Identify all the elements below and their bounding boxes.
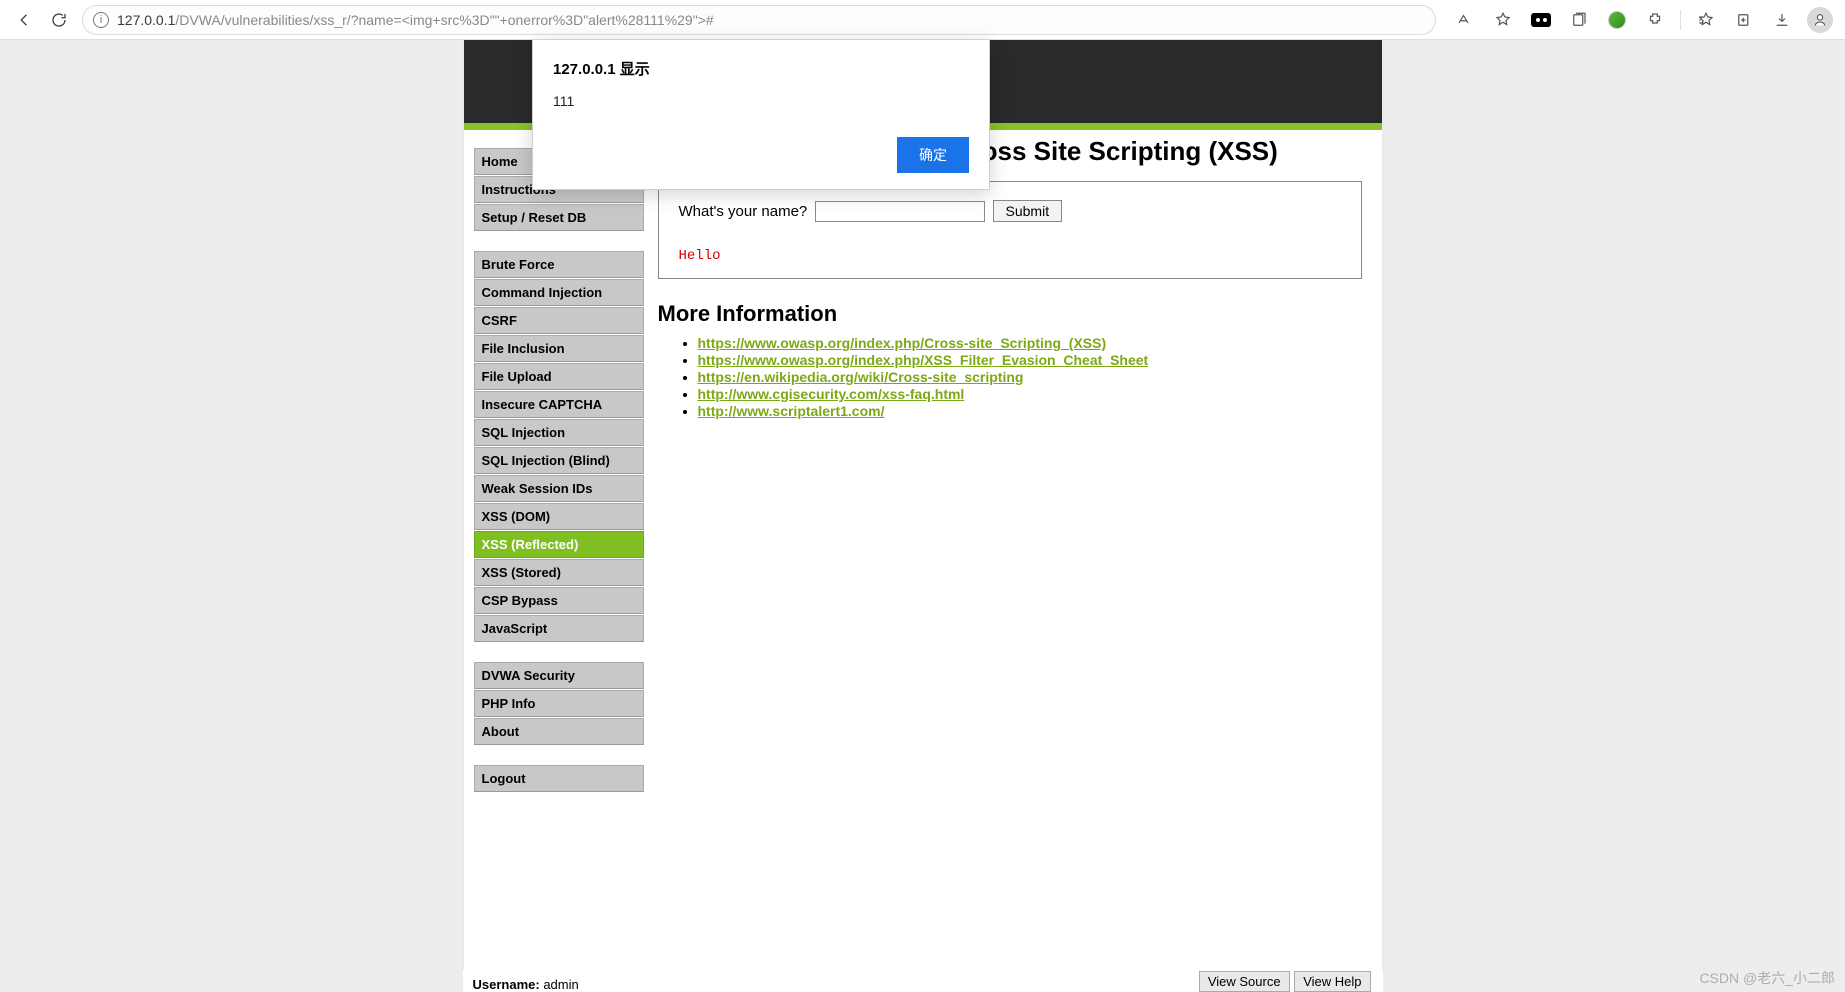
- read-aloud-icon[interactable]: [1448, 3, 1482, 37]
- sidebar-item-file-inclusion[interactable]: File Inclusion: [474, 335, 644, 362]
- idm-extension-icon[interactable]: [1600, 3, 1634, 37]
- sidebar-item-logout[interactable]: Logout: [474, 765, 644, 792]
- sidebar-item-insecure-captcha[interactable]: Insecure CAPTCHA: [474, 391, 644, 418]
- main-content: Vulnerability: Reflected Cross Site Scri…: [654, 130, 1382, 822]
- sidebar-item-sql-injection[interactable]: SQL Injection: [474, 419, 644, 446]
- name-label: What's your name?: [679, 203, 808, 220]
- favorites-bar-icon[interactable]: [1689, 3, 1723, 37]
- extension-eyes-icon[interactable]: [1524, 3, 1558, 37]
- info-links-list: https://www.owasp.org/index.php/Cross-si…: [658, 335, 1362, 419]
- dialog-message: 111: [553, 93, 969, 109]
- sidebar-item-about[interactable]: About: [474, 718, 644, 745]
- sidebar: HomeInstructionsSetup / Reset DB Brute F…: [464, 130, 654, 822]
- dialog-ok-button[interactable]: 确定: [897, 137, 969, 173]
- hello-output: Hello: [679, 248, 1341, 264]
- name-input[interactable]: [815, 201, 985, 222]
- sidebar-item-dvwa-security[interactable]: DVWA Security: [474, 662, 644, 689]
- info-link[interactable]: http://www.cgisecurity.com/xss-faq.html: [698, 386, 965, 402]
- dialog-title: 127.0.0.1 显示: [553, 58, 969, 79]
- refresh-button[interactable]: [42, 3, 76, 37]
- sidebar-item-xss-stored[interactable]: XSS (Stored): [474, 559, 644, 586]
- browser-toolbar: i 127.0.0.1/DVWA/vulnerabilities/xss_r/?…: [0, 0, 1845, 40]
- profile-avatar[interactable]: [1803, 3, 1837, 37]
- info-link-item: http://www.cgisecurity.com/xss-faq.html: [698, 386, 1362, 402]
- sidebar-item-weak-session[interactable]: Weak Session IDs: [474, 475, 644, 502]
- info-link-item: https://en.wikipedia.org/wiki/Cross-site…: [698, 369, 1362, 385]
- sidebar-item-xss-reflected[interactable]: XSS (Reflected): [474, 531, 644, 558]
- site-info-icon[interactable]: i: [93, 12, 109, 28]
- collections-2-icon[interactable]: [1727, 3, 1761, 37]
- more-info-heading: More Information: [658, 301, 1362, 327]
- extensions-icon[interactable]: [1638, 3, 1672, 37]
- sidebar-item-file-upload[interactable]: File Upload: [474, 363, 644, 390]
- sidebar-item-csrf[interactable]: CSRF: [474, 307, 644, 334]
- info-link[interactable]: https://en.wikipedia.org/wiki/Cross-site…: [698, 369, 1024, 385]
- submit-button[interactable]: Submit: [993, 200, 1063, 222]
- username-label: Username:: [473, 977, 540, 992]
- url-path: /DVWA/vulnerabilities/xss_r/?name=<img+s…: [175, 12, 713, 28]
- info-link-item: https://www.owasp.org/index.php/Cross-si…: [698, 335, 1362, 351]
- username-value: admin: [543, 977, 578, 992]
- toolbar-right: [1448, 3, 1837, 37]
- alert-dialog: 127.0.0.1 显示 111 确定: [532, 40, 990, 190]
- sidebar-item-xss-dom[interactable]: XSS (DOM): [474, 503, 644, 530]
- downloads-icon[interactable]: [1765, 3, 1799, 37]
- sidebar-item-sql-injection-blind[interactable]: SQL Injection (Blind): [474, 447, 644, 474]
- address-bar[interactable]: i 127.0.0.1/DVWA/vulnerabilities/xss_r/?…: [82, 5, 1436, 35]
- favorite-icon[interactable]: [1486, 3, 1520, 37]
- url-host: 127.0.0.1: [117, 12, 175, 28]
- form-container: What's your name? Submit Hello: [658, 181, 1362, 279]
- toolbar-separator: [1680, 10, 1681, 30]
- sidebar-item-brute-force[interactable]: Brute Force: [474, 251, 644, 278]
- sidebar-item-javascript[interactable]: JavaScript: [474, 615, 644, 642]
- footer: Username: admin View Source View Help: [463, 970, 1383, 992]
- info-link[interactable]: https://www.owasp.org/index.php/Cross-si…: [698, 335, 1107, 351]
- sidebar-item-setup[interactable]: Setup / Reset DB: [474, 204, 644, 231]
- sidebar-item-command-injection[interactable]: Command Injection: [474, 279, 644, 306]
- info-link-item: https://www.owasp.org/index.php/XSS_Filt…: [698, 352, 1362, 368]
- collections-icon[interactable]: [1562, 3, 1596, 37]
- sidebar-item-csp-bypass[interactable]: CSP Bypass: [474, 587, 644, 614]
- info-link[interactable]: https://www.owasp.org/index.php/XSS_Filt…: [698, 352, 1149, 368]
- view-source-button[interactable]: View Source: [1199, 971, 1290, 992]
- view-help-button[interactable]: View Help: [1294, 971, 1370, 992]
- watermark: CSDN @老六_小二郎: [1699, 968, 1835, 988]
- info-link[interactable]: http://www.scriptalert1.com/: [698, 403, 885, 419]
- back-button[interactable]: [8, 3, 42, 37]
- sidebar-item-php-info[interactable]: PHP Info: [474, 690, 644, 717]
- info-link-item: http://www.scriptalert1.com/: [698, 403, 1362, 419]
